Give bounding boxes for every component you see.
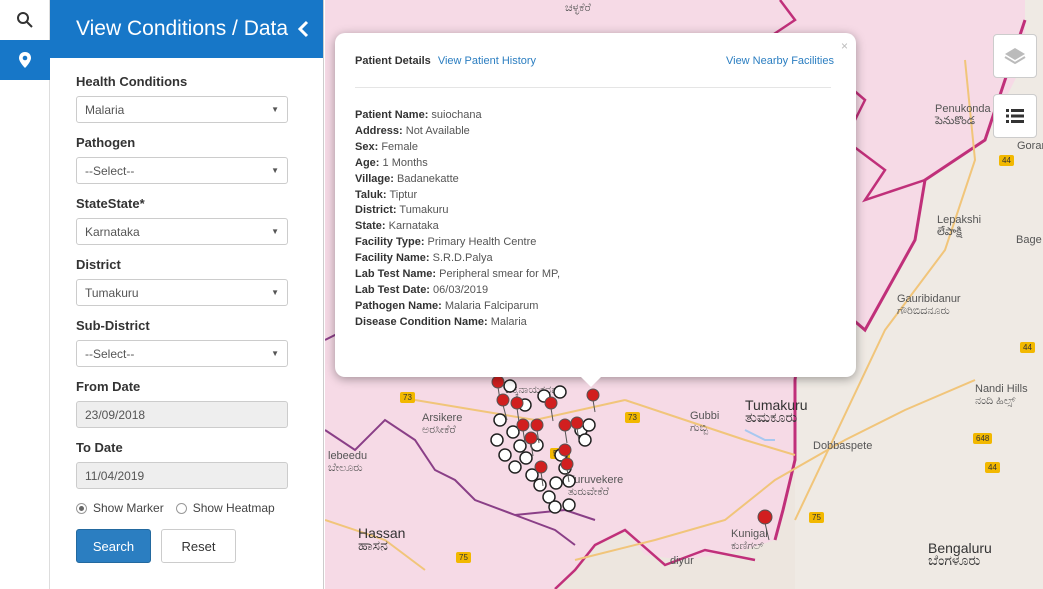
patient-detail-row: Disease Condition Name: Malaria bbox=[355, 315, 834, 331]
to-date-value: 11/04/2019 bbox=[85, 468, 145, 483]
search-icon bbox=[17, 12, 33, 28]
show-marker-radio[interactable] bbox=[76, 502, 87, 514]
district-label: District bbox=[76, 257, 121, 272]
layers-button[interactable] bbox=[993, 34, 1037, 78]
detail-key: Pathogen Name: bbox=[355, 299, 442, 312]
pathogen-select[interactable]: --Select-- ▼ bbox=[76, 157, 288, 184]
patient-detail-row: Lab Test Date: 06/03/2019 bbox=[355, 283, 834, 299]
caret-down-icon: ▼ bbox=[271, 166, 279, 175]
state-label: StateState* bbox=[76, 196, 145, 211]
patient-detail-row: Facility Type: Primary Health Centre bbox=[355, 235, 834, 251]
sub-district-value: --Select-- bbox=[85, 346, 135, 361]
sidebar-rail bbox=[0, 0, 50, 589]
patient-details-popup: × Patient Details View Patient History V… bbox=[335, 33, 856, 387]
collapse-chevron-icon[interactable] bbox=[297, 20, 309, 38]
detail-key: Facility Type: bbox=[355, 236, 425, 249]
red-pin-markers[interactable] bbox=[491, 375, 773, 541]
to-date-input[interactable]: 11/04/2019 bbox=[76, 462, 288, 489]
health-conditions-select[interactable]: Malaria ▼ bbox=[76, 96, 288, 123]
patient-detail-row: Lab Test Name: Peripheral smear for MP, bbox=[355, 267, 834, 283]
patient-details-list: Patient Name: suiochana Address: Not Avai… bbox=[355, 108, 834, 331]
list-icon bbox=[1006, 109, 1024, 123]
tab-view-nearby-facilities[interactable]: View Nearby Facilities bbox=[726, 55, 834, 67]
detail-value: Peripheral smear for MP, bbox=[439, 268, 561, 281]
divider bbox=[355, 87, 831, 88]
panel-header: View Conditions / Data bbox=[50, 0, 323, 58]
caret-down-icon: ▼ bbox=[271, 349, 279, 358]
detail-value: Karnataka bbox=[388, 220, 439, 233]
tab-patient-details[interactable]: Patient Details bbox=[355, 55, 431, 67]
detail-key: Address: bbox=[355, 124, 403, 137]
detail-key: Facility Name: bbox=[355, 252, 430, 265]
show-marker-label: Show Marker bbox=[93, 501, 164, 515]
detail-value: Tumakuru bbox=[399, 204, 449, 217]
pathogen-value: --Select-- bbox=[85, 163, 135, 178]
detail-value: Female bbox=[381, 140, 418, 153]
detail-key: Sex: bbox=[355, 140, 379, 153]
detail-value: 06/03/2019 bbox=[433, 283, 489, 296]
from-date-label: From Date bbox=[76, 379, 141, 394]
search-button[interactable]: Search bbox=[76, 529, 151, 563]
caret-down-icon: ▼ bbox=[271, 288, 279, 297]
patient-detail-row: Village: Badanekatte bbox=[355, 172, 834, 188]
search-tool-button[interactable] bbox=[0, 0, 50, 40]
detail-key: Lab Test Name: bbox=[355, 268, 437, 281]
location-tool-button[interactable] bbox=[0, 40, 50, 80]
detail-key: Taluk: bbox=[355, 188, 387, 201]
panel-title: View Conditions / Data bbox=[76, 17, 289, 40]
reset-button[interactable]: Reset bbox=[161, 529, 236, 563]
patient-detail-row: Facility Name: S.R.D.Palya bbox=[355, 251, 834, 267]
caret-down-icon: ▼ bbox=[271, 227, 279, 236]
detail-key: Lab Test Date: bbox=[355, 283, 430, 296]
conditions-panel: View Conditions / Data Health Conditions… bbox=[50, 0, 324, 589]
patient-detail-row: District: Tumakuru bbox=[355, 203, 834, 219]
patient-detail-row: Patient Name: suiochana bbox=[355, 108, 834, 124]
detail-value: 1 Months bbox=[382, 156, 428, 169]
from-date-input[interactable]: 23/09/2018 bbox=[76, 401, 288, 428]
tab-view-patient-history[interactable]: View Patient History bbox=[438, 55, 536, 67]
detail-value: Primary Health Centre bbox=[427, 236, 537, 249]
pathogen-label: Pathogen bbox=[76, 135, 136, 150]
show-heatmap-radio[interactable] bbox=[175, 502, 187, 514]
patient-detail-row: Age: 1 Months bbox=[355, 156, 834, 172]
detail-value: Malaria Falciparum bbox=[444, 299, 539, 312]
map-pin-icon bbox=[19, 52, 31, 68]
district-value: Tumakuru bbox=[85, 285, 139, 300]
detail-value: Not Available bbox=[405, 124, 470, 137]
detail-value: Malaria bbox=[490, 315, 527, 328]
patient-detail-row: Address: Not Available bbox=[355, 124, 834, 140]
legend-button[interactable] bbox=[993, 94, 1037, 138]
state-value: Karnataka bbox=[85, 224, 140, 239]
detail-value: S.R.D.Palya bbox=[432, 252, 493, 265]
detail-key: Disease Condition Name: bbox=[355, 315, 488, 328]
detail-key: Age: bbox=[355, 156, 380, 169]
detail-key: Village: bbox=[355, 172, 394, 185]
layers-icon bbox=[1004, 48, 1026, 65]
caret-down-icon: ▼ bbox=[271, 105, 279, 114]
detail-value: Badanekatte bbox=[397, 172, 459, 185]
detail-key: District: bbox=[355, 204, 397, 217]
patient-detail-row: Pathogen Name: Malaria Falciparum bbox=[355, 299, 834, 315]
patient-detail-row: Taluk: Tiptur bbox=[355, 188, 834, 204]
from-date-value: 23/09/2018 bbox=[85, 407, 146, 422]
detail-value: Tiptur bbox=[389, 188, 418, 201]
state-select[interactable]: Karnataka ▼ bbox=[76, 218, 288, 245]
patient-detail-row: Sex: Female bbox=[355, 140, 834, 156]
district-select[interactable]: Tumakuru ▼ bbox=[76, 279, 288, 306]
detail-key: State: bbox=[355, 220, 386, 233]
patient-detail-row: State: Karnataka bbox=[355, 219, 834, 235]
close-icon[interactable]: × bbox=[841, 39, 848, 53]
detail-value: suiochana bbox=[431, 109, 482, 121]
sub-district-select[interactable]: --Select-- ▼ bbox=[76, 340, 288, 367]
health-conditions-value: Malaria bbox=[85, 102, 125, 117]
sub-district-label: Sub-District bbox=[76, 318, 150, 333]
popup-pointer bbox=[581, 377, 601, 387]
to-date-label: To Date bbox=[76, 440, 123, 455]
show-heatmap-label: Show Heatmap bbox=[192, 501, 275, 515]
health-conditions-label: Health Conditions bbox=[76, 74, 188, 89]
detail-key: Patient Name: bbox=[355, 109, 429, 121]
